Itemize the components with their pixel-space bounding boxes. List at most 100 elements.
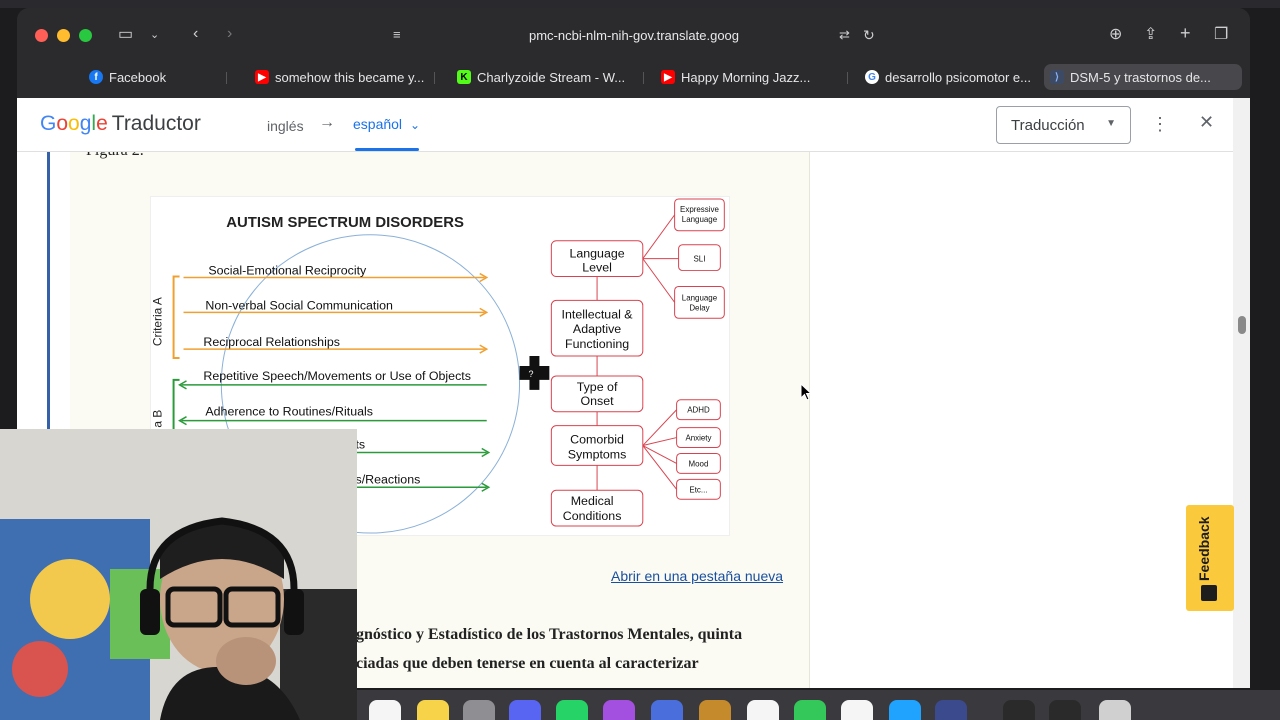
specifier-label: Level — [582, 261, 612, 275]
criteria-a-label: Criteria A — [151, 297, 165, 346]
feedback-button[interactable]: Feedback — [1186, 505, 1234, 611]
sidebar-icon[interactable]: ▭ — [118, 25, 133, 45]
address-bar[interactable]: pmc-ncbi-nlm-nih-gov.translate.goog — [389, 22, 879, 50]
photos-app-icon[interactable] — [369, 700, 401, 720]
sub-label: ADHD — [687, 406, 710, 415]
url-text: pmc-ncbi-nlm-nih-gov.translate.goog — [528, 28, 740, 43]
back-icon[interactable]: ‹ — [193, 24, 198, 44]
bookmark-label: Charlyzoide Stream - W... — [477, 69, 626, 85]
source-language[interactable]: inglés — [267, 118, 304, 134]
streaming-app-icon[interactable] — [935, 700, 967, 720]
plus-icon — [519, 356, 550, 390]
product-name: Traductor — [111, 112, 201, 135]
close-window-button[interactable] — [35, 29, 48, 42]
webcam-overlay — [0, 429, 357, 720]
new-tab-icon[interactable]: + — [1180, 23, 1191, 43]
criteria-a-bracket — [172, 275, 180, 360]
bookmark-separator — [226, 72, 227, 84]
bookmark-separator — [847, 72, 848, 84]
target-language[interactable]: español ⌄ — [353, 116, 420, 132]
sub-label: Delay — [689, 303, 709, 312]
connector — [642, 445, 677, 464]
more-options-icon[interactable]: ⋮ — [1151, 114, 1169, 135]
criteria-b-item: Adherence to Routines/Rituals — [205, 405, 373, 419]
zoom-window-button[interactable] — [79, 29, 92, 42]
scrollbar[interactable] — [1233, 98, 1250, 688]
minimize-window-button[interactable] — [57, 29, 70, 42]
google-translate-logo[interactable]: Google Traductor — [40, 112, 201, 136]
discord-app-icon[interactable] — [509, 700, 541, 720]
specifier-label: Functioning — [565, 337, 629, 351]
sub-label: Etc... — [689, 485, 707, 494]
window-thumbnail[interactable] — [1003, 700, 1035, 720]
criteria-b-label: a B — [151, 410, 165, 428]
sub-label: Expressive — [680, 205, 719, 214]
caret-down-icon: ▼ — [1106, 118, 1116, 129]
settings-app-icon[interactable] — [463, 700, 495, 720]
google-translate-bar: Google Traductor inglés → español ⌄ Tradu… — [17, 98, 1233, 152]
youtube-icon: ▶ — [661, 70, 675, 84]
reload-icon[interactable]: ↻ — [863, 25, 875, 45]
window-thumbnail[interactable] — [1049, 700, 1081, 720]
bookmark-label: somehow this became y... — [275, 69, 425, 85]
criteria-b-item: s/Reactions — [356, 472, 421, 486]
notes-app-icon[interactable] — [417, 700, 449, 720]
bookmark-label: Happy Morning Jazz... — [681, 69, 811, 85]
bookmark-youtube-1[interactable]: ▶ somehow this became y... — [249, 64, 439, 90]
download-icon[interactable]: ⊕ — [1109, 25, 1122, 45]
bookmark-facebook[interactable]: f Facebook — [83, 64, 233, 90]
collapse-icon[interactable]: ✕ — [1199, 112, 1214, 133]
specifier-label: Onset — [581, 394, 615, 408]
arrow-right-icon: → — [319, 114, 335, 131]
connector — [642, 258, 676, 303]
article-text-line: ciadas que deben tenerse en cuenta al ca… — [356, 655, 699, 672]
tab-overview-icon[interactable]: ❐ — [1214, 25, 1228, 45]
google-icon: G — [865, 70, 879, 84]
specifier-label: Language — [569, 247, 624, 261]
docs-app-icon[interactable] — [651, 700, 683, 720]
webcam-feed-image — [0, 429, 357, 720]
bookmarks-bar: f Facebook ▶ somehow this became y... K … — [17, 60, 1250, 94]
criteria-a-item: Social-Emotional Reciprocity — [208, 264, 367, 278]
forward-icon[interactable]: › — [227, 24, 232, 44]
bookmark-dsm5[interactable]: ⟩ DSM-5 y trastornos de... — [1044, 64, 1242, 90]
find-my-app-icon[interactable] — [794, 700, 826, 720]
figure-title: AUTISM SPECTRUM DISORDERS — [226, 215, 464, 231]
translate-icon: ⟩ — [1050, 70, 1064, 84]
connector — [642, 445, 677, 490]
target-language-label: español — [353, 116, 403, 132]
browser-toolbar: ▭ ⌄ ‹ › ≡ pmc-ncbi-nlm-nih-gov.translate… — [17, 8, 1250, 60]
game-app-icon[interactable] — [699, 700, 731, 720]
macos-dock — [357, 690, 1280, 720]
sub-label: Language — [682, 293, 718, 302]
bookmark-youtube-2[interactable]: ▶ Happy Morning Jazz... — [655, 64, 825, 90]
article-text-line: gnóstico y Estadístico de los Trastornos… — [356, 626, 743, 643]
bookmark-separator — [434, 72, 435, 84]
youtube-icon: ▶ — [255, 70, 269, 84]
bookmark-label: DSM-5 y trastornos de... — [1070, 69, 1211, 85]
scrollbar-thumb[interactable] — [1238, 316, 1246, 334]
trash-icon[interactable] — [1099, 700, 1131, 720]
whatsapp-app-icon[interactable] — [556, 700, 588, 720]
open-in-new-tab-link[interactable]: Abrir en una pestaña nueva — [611, 568, 783, 584]
feedback-label: Feedback — [1196, 516, 1212, 581]
criteria-b-item: Repetitive Speech/Movements or Use of Ob… — [203, 369, 471, 383]
chevron-down-icon[interactable]: ⌄ — [150, 25, 159, 45]
share-icon[interactable]: ⇪ — [1144, 25, 1157, 45]
bookmark-label: Facebook — [109, 69, 167, 85]
translate-icon[interactable]: ⇄ — [839, 25, 850, 45]
capcut-app-icon[interactable] — [841, 700, 873, 720]
sub-label: Mood — [689, 459, 709, 468]
calendar-app-icon[interactable] — [747, 700, 779, 720]
translation-mode-select[interactable]: Traducción ▼ — [996, 106, 1131, 144]
messenger-app-icon[interactable] — [603, 700, 635, 720]
connector — [642, 437, 677, 447]
specifier-label: Symptoms — [568, 447, 627, 461]
plus-symbol: ? — [528, 369, 533, 379]
browser-app-icon[interactable] — [889, 700, 921, 720]
bookmark-google[interactable]: G desarrollo psicomotor e... — [859, 64, 1039, 90]
bookmark-kick[interactable]: K Charlyzoide Stream - W... — [451, 64, 641, 90]
kick-icon: K — [457, 70, 471, 84]
sub-label: Anxiety — [685, 434, 711, 443]
feedback-icon — [1201, 585, 1217, 601]
